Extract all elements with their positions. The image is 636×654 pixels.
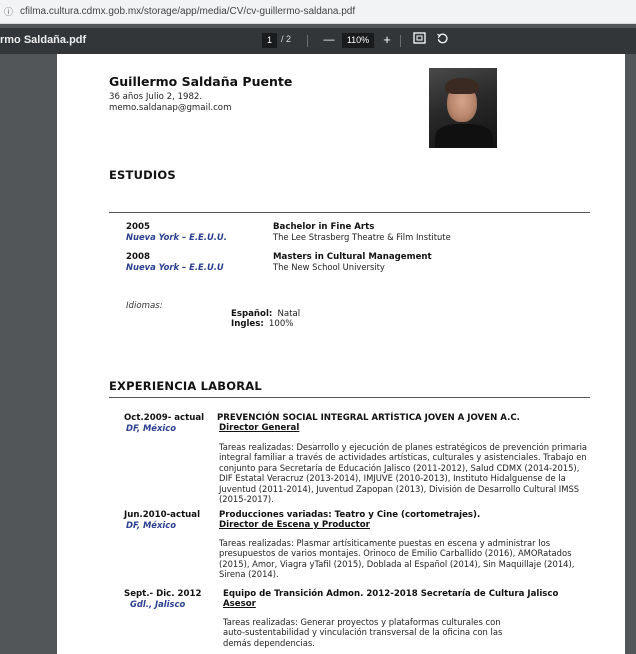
study-degree: Bachelor in Fine Arts	[273, 222, 375, 232]
cv-email: memo.saldanap@gmail.com	[109, 103, 232, 113]
section-divider	[109, 212, 590, 213]
study-year: 2008	[126, 252, 150, 262]
rotate-icon[interactable]	[434, 32, 450, 48]
pdf-page: Guillermo Saldaña Puente 36 años Julio 2…	[57, 54, 625, 654]
zoom-out-button[interactable]: —	[322, 32, 336, 48]
fit-page-icon[interactable]	[411, 32, 427, 48]
cv-age-birth: 36 años Julio 2, 1982.	[109, 92, 203, 102]
viewer-background	[0, 54, 57, 654]
page-number-input[interactable]: 1	[262, 33, 277, 48]
cv-name: Guillermo Saldaña Puente	[109, 74, 293, 89]
viewer-background	[625, 54, 636, 654]
language-row: Ingles: 100%	[231, 319, 294, 329]
job-description: Tareas realizadas: Generar proyectos y p…	[223, 617, 503, 648]
job-location: DF, México	[126, 423, 176, 433]
job-role: Director General	[219, 423, 300, 433]
url-text[interactable]: cfilma.cultura.cdmx.gob.mx/storage/app/m…	[20, 6, 355, 17]
pdf-toolbar: rmo Saldaña.pdf 1 / 2 — 110% +	[0, 28, 636, 54]
page-total: / 2	[281, 34, 292, 44]
toolbar-divider	[307, 35, 308, 47]
zoom-input[interactable]: 110%	[342, 33, 374, 48]
study-location: Nueva York – E.E.U.U	[126, 262, 224, 272]
section-divider	[109, 397, 590, 398]
toolbar-divider	[400, 35, 401, 47]
study-institution: The New School University	[273, 262, 385, 272]
study-degree: Masters in Cultural Management	[273, 252, 432, 262]
job-role: Director de Escena y Productor	[219, 520, 370, 530]
job-location: Gdl., Jalisco	[130, 599, 186, 609]
info-icon[interactable]: ⓘ	[4, 7, 14, 17]
study-location: Nueva York – E.E.U.U.	[126, 232, 227, 242]
profile-photo	[429, 68, 497, 148]
job-description: Tareas realizadas: Plasmar artísiticamen…	[219, 538, 575, 580]
job-description: Tareas realizadas: Desarrollo y ejecució…	[219, 442, 588, 505]
job-date: Oct.2009- actual	[124, 413, 205, 423]
experience-heading: EXPERIENCIA LABORAL	[109, 379, 262, 393]
languages-label: Idiomas:	[126, 301, 163, 311]
study-institution: The Lee Strasberg Theatre & Film Institu…	[273, 232, 451, 242]
job-location: DF, México	[126, 520, 176, 530]
job-organization: PREVENCIÓN SOCIAL INTEGRAL ARTÍSTICA JOV…	[217, 413, 520, 423]
job-date: Sept.- Dic. 2012	[124, 589, 202, 599]
study-year: 2005	[126, 222, 150, 232]
pdf-file-name: rmo Saldaña.pdf	[0, 34, 87, 46]
job-organization: Equipo de Transición Admon. 2012-2018 Se…	[223, 589, 559, 599]
address-bar[interactable]: ⓘ cfilma.cultura.cdmx.gob.mx/storage/app…	[0, 0, 636, 24]
job-organization: Producciones variadas: Teatro y Cine (co…	[219, 510, 481, 520]
studies-heading: ESTUDIOS	[109, 168, 176, 182]
job-date: Jun.2010-actual	[124, 510, 201, 520]
zoom-in-button[interactable]: +	[380, 32, 394, 48]
job-role: Asesor	[223, 599, 256, 609]
